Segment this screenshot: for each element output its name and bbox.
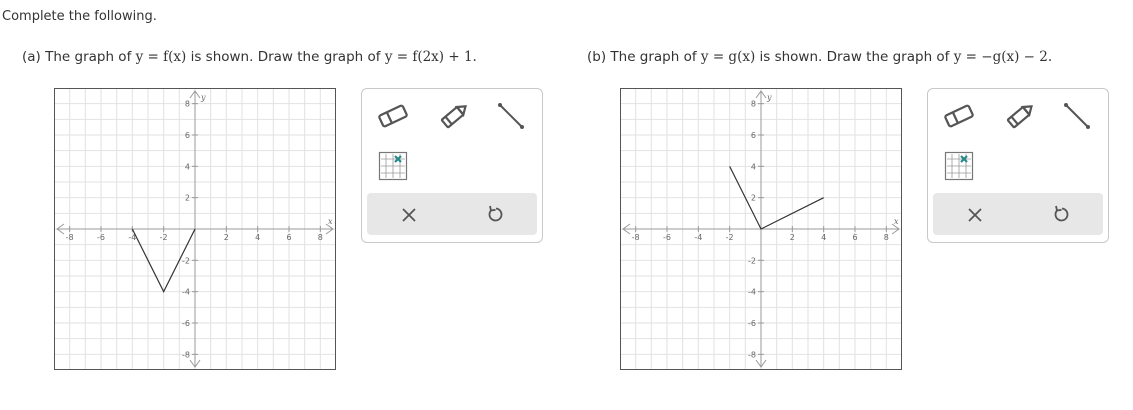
y-tick-label: -8 bbox=[182, 350, 190, 359]
graph-b-toolbox bbox=[927, 88, 1109, 243]
x-tick-label: 2 bbox=[224, 233, 229, 242]
x-tick-label: 4 bbox=[255, 233, 260, 242]
tick-labels: -8 -6 -4 -2 2 4 6 88642-2-4-6-8xy bbox=[66, 93, 333, 359]
undo-icon bbox=[488, 205, 503, 222]
y-tick-label: 2 bbox=[185, 194, 190, 203]
question-b-target: y = −g(x) − 2. bbox=[953, 49, 1053, 65]
x-tick-label: 8 bbox=[318, 233, 323, 242]
instruction-text: Complete the following. bbox=[2, 9, 157, 24]
grid-point-icon bbox=[378, 151, 408, 181]
x-tick-label: -2 bbox=[726, 233, 734, 242]
graph-b[interactable]: -8 -6 -4 -2 2 4 6 8 8 6 4 2 -2 -4 -6 -8 x y bbox=[620, 88, 902, 370]
y-axis-label: y bbox=[200, 93, 206, 102]
clear-button[interactable] bbox=[395, 201, 423, 227]
y-tick-label: -2 bbox=[748, 256, 756, 265]
y-tick-label: 6 bbox=[751, 131, 756, 140]
clear-button[interactable] bbox=[961, 201, 989, 227]
x-tick-label: 2 bbox=[790, 233, 795, 242]
question-b-text: (b) The graph of y = g(x) is shown. Draw… bbox=[587, 49, 1052, 65]
x-tick-label: 6 bbox=[286, 233, 291, 242]
x-axis-label: x bbox=[894, 217, 899, 226]
x-tick-label: 4 bbox=[821, 233, 826, 242]
question-b-given: y = g(x) bbox=[700, 49, 756, 65]
undo-button[interactable] bbox=[482, 201, 510, 227]
x-tick-label: -4 bbox=[694, 233, 702, 242]
line-segment-tool-button[interactable] bbox=[1062, 101, 1092, 131]
question-a-prefix: (a) The graph of bbox=[22, 49, 136, 65]
y-axis-label: y bbox=[766, 93, 772, 102]
eraser-icon bbox=[378, 104, 408, 128]
line-segment-icon bbox=[498, 103, 524, 129]
eraser-tool-button[interactable] bbox=[376, 103, 410, 129]
line-segment-tool-button[interactable] bbox=[496, 101, 526, 131]
graph-a-toolbox bbox=[361, 88, 543, 243]
y-tick-label: 8 bbox=[751, 100, 756, 109]
clear-icon bbox=[402, 208, 416, 222]
question-a-target: y = f(2x) + 1. bbox=[384, 49, 477, 65]
eraser-icon bbox=[944, 104, 974, 128]
y-tick-label: -8 bbox=[748, 350, 756, 359]
x-axis-label: x bbox=[328, 217, 333, 226]
graph-b-action-bar bbox=[933, 193, 1103, 235]
x-tick-label: -6 bbox=[97, 233, 105, 242]
pencil-tool-button[interactable] bbox=[438, 101, 470, 131]
y-tick-label: 4 bbox=[751, 162, 756, 171]
eraser-tool-button[interactable] bbox=[942, 103, 976, 129]
x-tick-label: 8 bbox=[884, 233, 889, 242]
pencil-tool-button[interactable] bbox=[1004, 101, 1036, 131]
line-segment-icon bbox=[1064, 103, 1090, 129]
question-b-prefix: (b) The graph of bbox=[587, 49, 701, 65]
undo-button[interactable] bbox=[1048, 201, 1076, 227]
clear-icon bbox=[968, 208, 982, 222]
point-tool-button[interactable] bbox=[378, 151, 408, 181]
y-tick-label: -4 bbox=[182, 288, 190, 297]
x-tick-label: -8 bbox=[632, 233, 640, 242]
y-tick-label: 4 bbox=[185, 162, 190, 171]
graph-a-action-bar bbox=[367, 193, 537, 235]
x-tick-label: -6 bbox=[663, 233, 671, 242]
y-tick-label: 2 bbox=[751, 194, 756, 203]
y-tick-label: 8 bbox=[185, 100, 190, 109]
pencil-icon bbox=[440, 105, 467, 129]
y-tick-label: -6 bbox=[182, 319, 190, 328]
question-b-middle: is shown. Draw the graph of bbox=[755, 49, 954, 65]
question-a-text: (a) The graph of y = f(x) is shown. Draw… bbox=[22, 49, 477, 65]
point-tool-button[interactable] bbox=[944, 151, 974, 181]
x-tick-label: -2 bbox=[160, 233, 168, 242]
undo-icon bbox=[1054, 205, 1069, 222]
graph-a[interactable]: -8 -6 -4 -2 2 4 6 8 8 6 4 2 -2 -4 -6 -8 x y bbox=[54, 88, 336, 370]
pencil-icon bbox=[1006, 105, 1033, 129]
grid-point-icon bbox=[944, 151, 974, 181]
y-tick-label: -4 bbox=[748, 288, 756, 297]
y-tick-label: -2 bbox=[182, 256, 190, 265]
question-a-middle: is shown. Draw the graph of bbox=[186, 49, 385, 65]
y-tick-label: -6 bbox=[748, 319, 756, 328]
x-tick-label: 6 bbox=[852, 233, 857, 242]
x-tick-label: -8 bbox=[66, 233, 74, 242]
y-tick-label: 6 bbox=[185, 131, 190, 140]
question-a-given: y = f(x) bbox=[135, 49, 187, 65]
